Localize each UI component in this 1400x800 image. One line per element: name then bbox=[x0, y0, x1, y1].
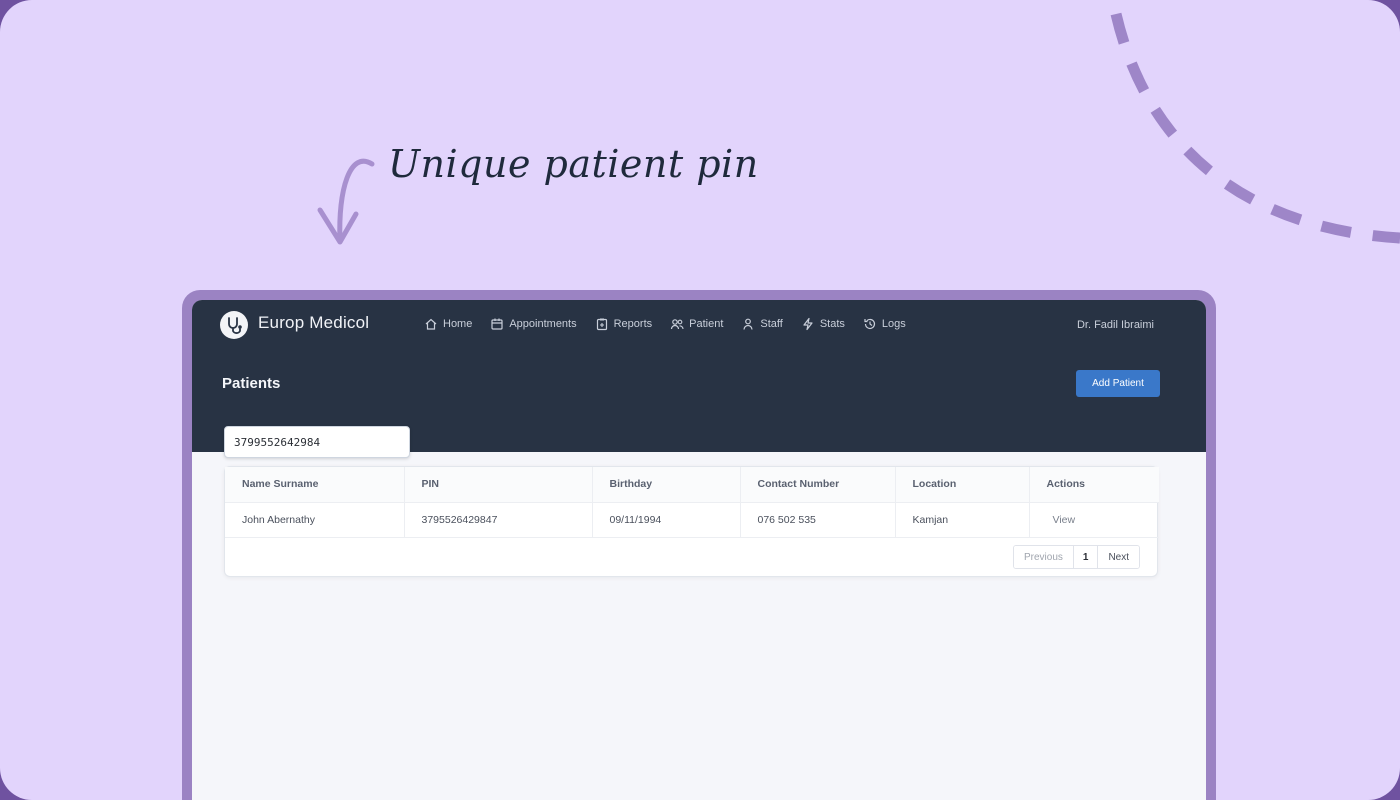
nav-label: Reports bbox=[613, 318, 653, 330]
stethoscope-logo-icon bbox=[220, 311, 248, 339]
user-icon bbox=[743, 318, 753, 330]
cell-contact: 076 502 535 bbox=[739, 502, 895, 537]
caption-text: Unique patient pin bbox=[388, 142, 759, 186]
cell-pin: 3795526429847 bbox=[403, 502, 592, 537]
column-header[interactable]: PIN bbox=[403, 467, 592, 502]
home-icon bbox=[425, 318, 437, 330]
lightning-icon bbox=[803, 317, 813, 331]
clipboard-icon bbox=[596, 318, 607, 331]
nav-label: Patient bbox=[689, 318, 724, 330]
column-header[interactable]: Birthday bbox=[591, 467, 740, 502]
nav-label: Appointments bbox=[509, 318, 577, 330]
pagination: Previous 1 Next bbox=[1012, 545, 1140, 569]
nav-item-staff[interactable]: Staff bbox=[741, 317, 783, 331]
cell-name: John Abernathy bbox=[242, 513, 315, 526]
column-header[interactable]: Contact Number bbox=[739, 467, 895, 502]
nav-item-home[interactable]: Home bbox=[424, 317, 472, 331]
curved-arrow-icon bbox=[337, 158, 375, 243]
patients-table: Name Surname PIN Birthday Contact Number… bbox=[225, 467, 1159, 538]
nav-item-patient[interactable]: Patient bbox=[670, 317, 723, 331]
calendar-icon bbox=[491, 318, 503, 330]
add-patient-button[interactable]: Add Patient bbox=[1076, 370, 1160, 397]
nav-item-logs[interactable]: Logs bbox=[863, 317, 906, 331]
user-name[interactable]: Dr. Fadil Ibraimi bbox=[1077, 319, 1154, 331]
nav-label: Stats bbox=[819, 318, 845, 330]
pin-search-input[interactable] bbox=[224, 426, 410, 458]
column-header[interactable]: Location bbox=[894, 467, 1029, 502]
app-window: Europ Medicol Home Appointments Reports … bbox=[192, 300, 1206, 800]
nav-label: Logs bbox=[881, 318, 906, 330]
nav-item-appointments[interactable]: Appointments bbox=[490, 317, 577, 331]
column-header[interactable]: Name Surname bbox=[225, 467, 404, 502]
brand-name: Europ Medicol bbox=[258, 313, 370, 332]
history-icon bbox=[864, 318, 875, 330]
cell-actions: View bbox=[1028, 502, 1159, 537]
cell-birthday: 09/11/1994 bbox=[591, 502, 740, 537]
page-1-button[interactable]: 1 bbox=[1072, 546, 1098, 568]
previous-page-button[interactable]: Previous bbox=[1013, 546, 1073, 568]
main-nav: Home Appointments Reports Patient Staff bbox=[424, 317, 906, 331]
next-page-button[interactable]: Next bbox=[1097, 546, 1139, 568]
nav-item-reports[interactable]: Reports bbox=[595, 317, 653, 331]
promo-canvas: Unique patient pin Europ Medicol Home Ap… bbox=[0, 0, 1400, 800]
page-title: Patients bbox=[222, 375, 281, 392]
table-header-row: Name Surname PIN Birthday Contact Number… bbox=[225, 467, 1159, 502]
table-row[interactable]: John Abernathy 3795526429847 09/11/1994 … bbox=[225, 502, 1159, 537]
dashed-arc-decoration bbox=[1110, 12, 1400, 244]
nav-label: Staff bbox=[760, 318, 783, 330]
column-header: Actions bbox=[1028, 467, 1159, 502]
patients-table-card: Name Surname PIN Birthday Contact Number… bbox=[224, 466, 1159, 577]
nav-item-stats[interactable]: Stats bbox=[801, 317, 845, 331]
users-icon bbox=[671, 319, 684, 330]
cell-location: Kamjan bbox=[894, 502, 1029, 537]
view-link[interactable]: View bbox=[1047, 514, 1076, 526]
nav-label: Home bbox=[443, 318, 473, 330]
